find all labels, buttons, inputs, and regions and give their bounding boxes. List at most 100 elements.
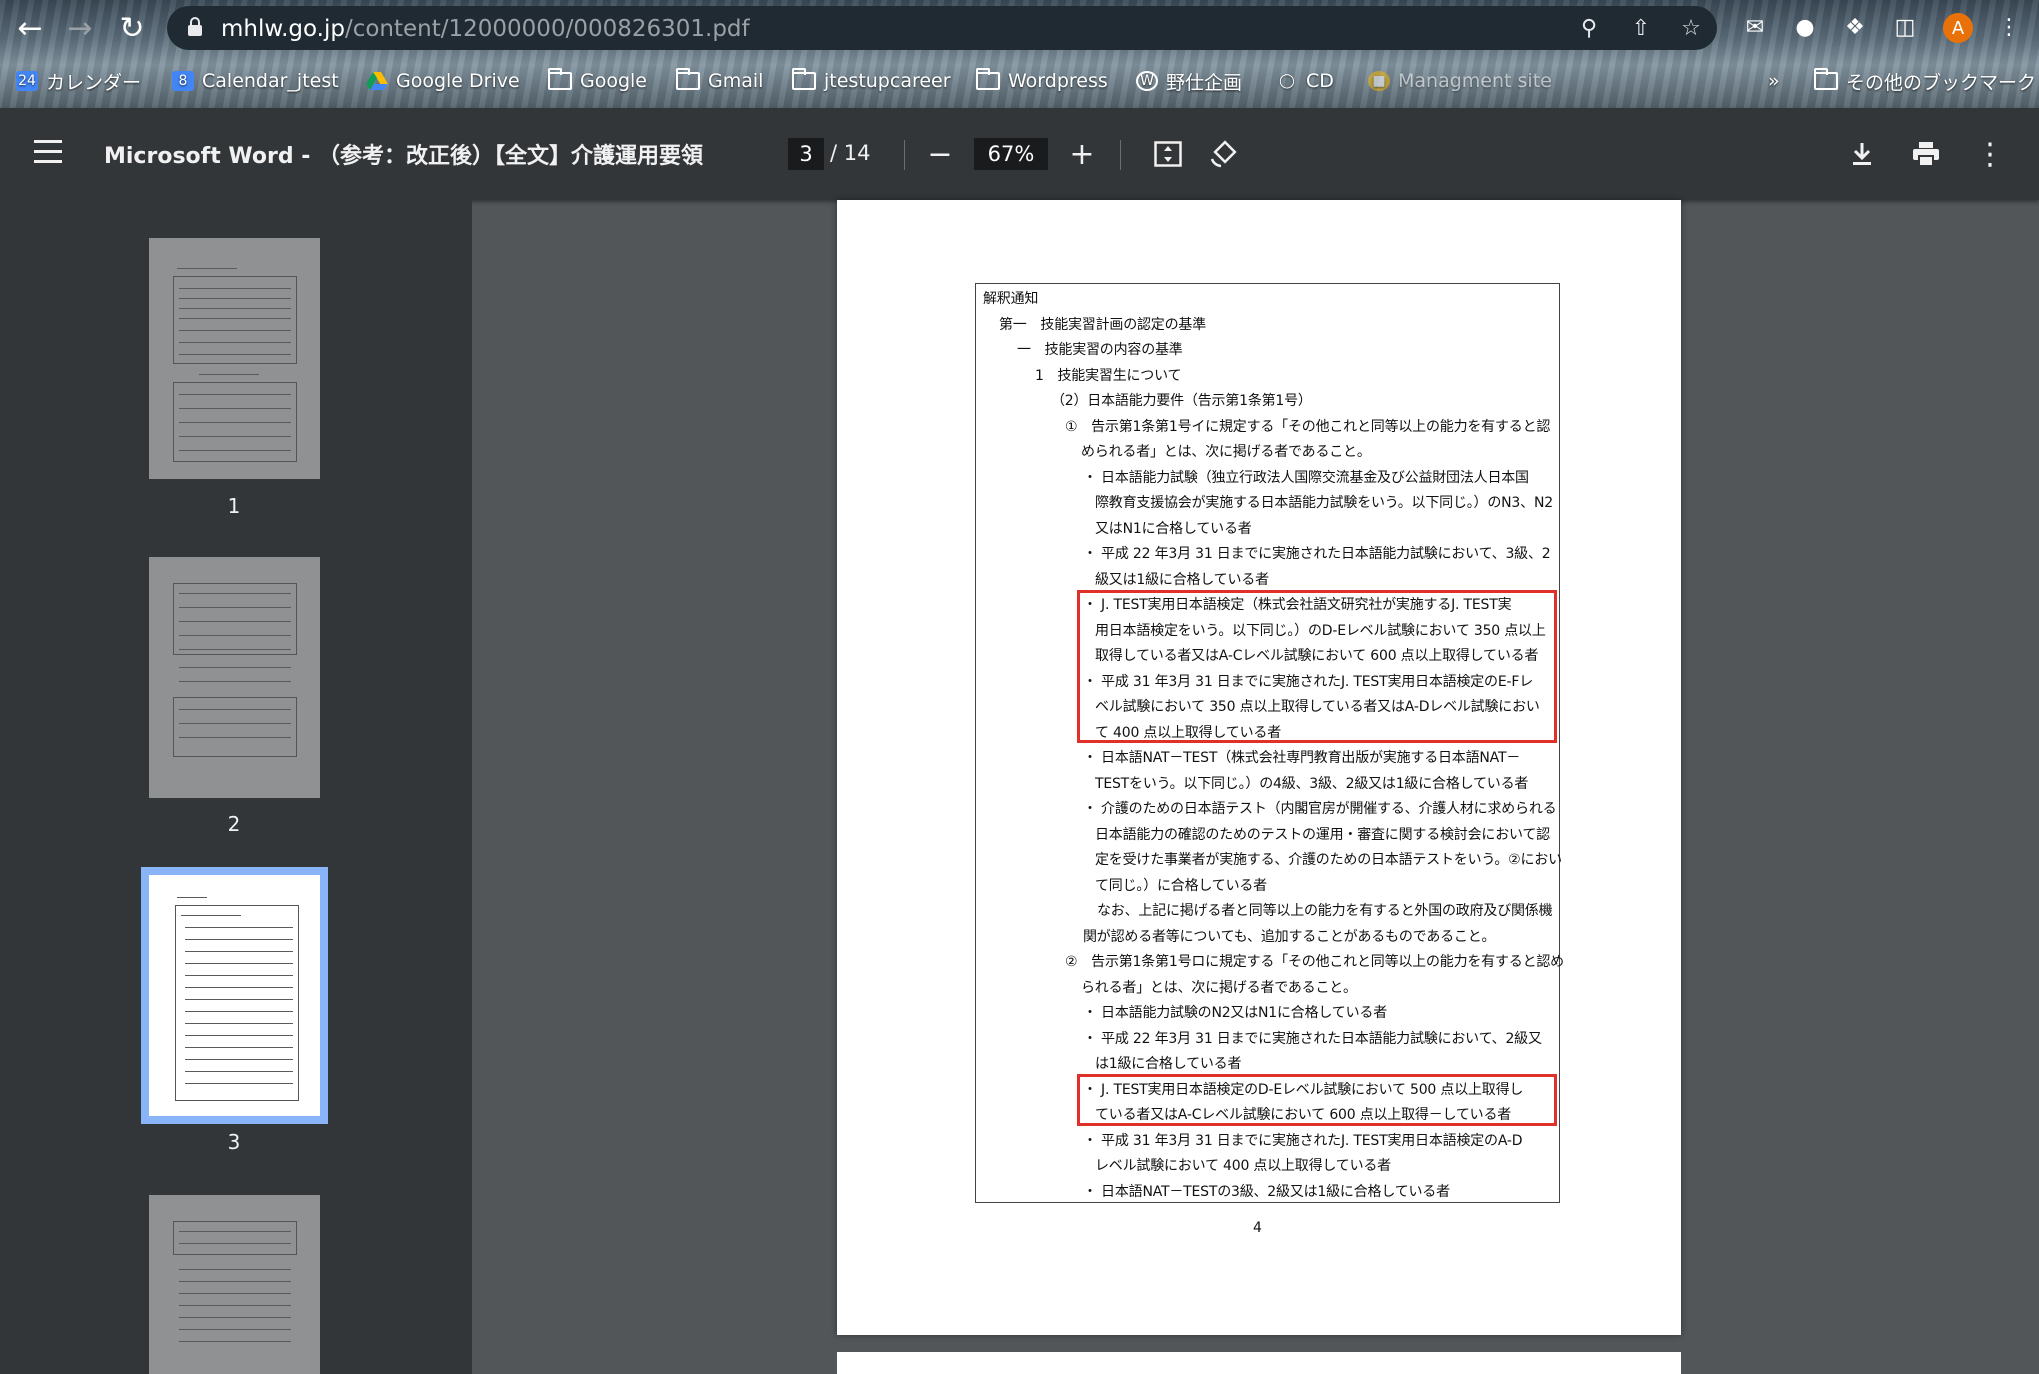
bookmark-item[interactable]: ■ Managment site xyxy=(1368,66,1552,96)
calendar-icon: 24 xyxy=(16,71,38,91)
document-text-line: 関が認める者等についても、追加することがあるものであること。 xyxy=(1083,928,1496,945)
zoom-in-icon[interactable]: + xyxy=(1062,134,1102,174)
reload-icon[interactable]: ↻ xyxy=(114,10,150,46)
thumbnail-sidebar: 1 2 3 xyxy=(0,200,472,1374)
document-text-line: 級又は1級に合格している者 xyxy=(1095,571,1269,588)
fit-page-icon[interactable] xyxy=(1148,134,1188,174)
other-bookmarks-folder[interactable]: その他のブックマーク xyxy=(1814,66,2036,96)
zoom-search-icon[interactable]: ⚲ xyxy=(1575,14,1603,42)
page-thumbnail-1[interactable] xyxy=(149,238,320,479)
bookmark-item[interactable]: 24 カレンダー xyxy=(16,66,141,96)
bookmark-label: » xyxy=(1768,70,1780,92)
rotate-icon[interactable] xyxy=(1204,134,1244,174)
more-options-icon[interactable]: ⋮ xyxy=(1970,134,2010,174)
address-bar[interactable]: mhlw.go.jp/content/12000000/000826301.pd… xyxy=(167,6,1717,50)
folder-icon xyxy=(548,68,572,90)
highlight-box-1 xyxy=(1077,590,1557,743)
profile-avatar[interactable]: A xyxy=(1943,13,1973,43)
document-text-line: 1 技能実習生について xyxy=(1035,367,1182,384)
document-text-line: ① 告示第1条第1号イに規定する「その他これと同等以上の能力を有すると認 xyxy=(1065,418,1551,435)
share-icon[interactable]: ⇧ xyxy=(1627,14,1655,42)
bookmark-star-icon[interactable]: ☆ xyxy=(1677,14,1705,42)
thumbnail-number: 1 xyxy=(227,494,241,518)
folder-icon xyxy=(1814,68,1838,90)
zoom-out-icon[interactable]: − xyxy=(920,134,960,174)
bookmark-label: Calendar_jtest xyxy=(202,70,339,92)
bookmark-item[interactable]: ◯ CD xyxy=(1276,66,1334,96)
bookmark-label: Google Drive xyxy=(396,70,520,92)
document-text-line: は1級に合格している者 xyxy=(1095,1056,1242,1072)
page-number-input[interactable]: 3 xyxy=(788,138,824,170)
page-total: / 14 xyxy=(830,141,871,165)
zoom-level-input[interactable]: 67% xyxy=(974,138,1048,170)
document-text-line: なお、上記に掲げる者と同等以上の能力を有すると外国の政府及び関係機 xyxy=(1097,903,1553,919)
page-thumbnail-4[interactable] xyxy=(149,1195,320,1374)
document-text-line: ・ 日本語能力試験のN2又はN1に合格している者 xyxy=(1083,1005,1387,1021)
document-text-line: ・ 日本語NAT－TESTの3級、2級又は1級に合格している者 xyxy=(1083,1183,1450,1200)
document-text-line: TESTをいう。以下同じ。）の4級、3級、2級又は1級に合格している者 xyxy=(1095,775,1529,792)
document-text-line: 際教育支援協会が実施する日本語能力試験をいう。以下同じ。）のN3、N2 xyxy=(1095,495,1553,511)
wordpress-icon: W xyxy=(1136,71,1158,91)
document-title: Microsoft Word - （参考：改正後）【全文】介護運用要領 xyxy=(104,144,704,169)
page-thumbnail-3[interactable] xyxy=(141,867,328,1124)
document-text-line: ・ 介護のための日本語テスト（内閣官房が開催する、介護人材に求められる xyxy=(1083,801,1557,817)
extension-circle-icon[interactable]: ● xyxy=(1790,12,1820,42)
bookmark-label: Wordpress xyxy=(1008,70,1108,92)
toolbar-divider xyxy=(1120,140,1121,170)
lock-icon xyxy=(188,17,202,36)
bookmark-label: Google xyxy=(580,70,648,92)
folder-icon xyxy=(676,68,700,90)
document-text-line: （2）日本語能力要件（告示第1条第1号） xyxy=(1051,393,1312,409)
document-text-line: 定を受けた事業者が実施する、介護のための日本語テストをいう。②におい xyxy=(1095,852,1562,868)
download-icon[interactable] xyxy=(1842,134,1882,174)
calendar-icon: 8 xyxy=(172,71,194,91)
bookmark-item[interactable]: Wordpress xyxy=(976,66,1108,96)
side-panel-icon[interactable]: ◫ xyxy=(1890,12,1920,42)
document-text-line: 解釈通知 xyxy=(983,291,1039,307)
bookmark-item[interactable]: jtestupcareer xyxy=(792,66,951,96)
bookmark-item[interactable]: Google xyxy=(548,66,647,96)
page-thumbnail-2[interactable] xyxy=(149,557,320,798)
back-arrow-icon[interactable]: ← xyxy=(12,10,48,46)
folder-icon xyxy=(976,68,1000,90)
document-text-line: ・ 平成 31 年3月 31 日までに実施されたJ. TEST実用日本語検定のA… xyxy=(1083,1132,1523,1149)
document-text-line: ・ 日本語能力試験（独立行政法人国際交流基金及び公益財団法人日本国 xyxy=(1083,469,1529,486)
browser-menu-icon[interactable]: ⋮ xyxy=(1994,12,2024,42)
bookmark-label: その他のブックマーク xyxy=(1846,71,2037,94)
bookmark-item[interactable]: Google Drive xyxy=(366,66,520,96)
extension-mail-icon[interactable]: ✉ xyxy=(1740,12,1770,42)
document-text-line: められる者」とは、次に掲げる者であること。 xyxy=(1081,444,1371,460)
document-text-line: て同じ。）に合格している者 xyxy=(1095,877,1267,894)
document-text-line: ・ 日本語NAT－TEST（株式会社専門教育出版が実施する日本語NAT－ xyxy=(1083,750,1521,766)
document-text-line: ② 告示第1条第1号ロに規定する「その他これと同等以上の能力を有すると認め xyxy=(1065,954,1564,970)
hamburger-menu-icon[interactable] xyxy=(34,140,62,164)
bookmarks-overflow-button[interactable]: » xyxy=(1768,66,1780,96)
document-text-line: られる者」とは、次に掲げる者であること。 xyxy=(1081,979,1357,996)
next-pdf-page xyxy=(837,1352,1681,1374)
document-text-line: ・ 平成 22 年3月 31 日までに実施された日本語能力試験において、3級、2 xyxy=(1083,546,1551,562)
toolbar-divider xyxy=(904,140,905,170)
document-text-line: レベル試験において 400 点以上取得している者 xyxy=(1095,1158,1391,1174)
print-icon[interactable] xyxy=(1906,134,1946,174)
bookmark-item[interactable]: 8 Calendar_jtest xyxy=(172,66,339,96)
pdf-toolbar: Microsoft Word - （参考：改正後）【全文】介護運用要領 3 / … xyxy=(0,108,2039,200)
forward-arrow-icon[interactable]: → xyxy=(62,10,98,46)
bookmark-label: CD xyxy=(1306,70,1334,92)
extensions-puzzle-icon[interactable]: ❖ xyxy=(1840,12,1870,42)
document-text-line: ・ 平成 22 年3月 31 日までに実施された日本語能力試験において、2級又 xyxy=(1083,1030,1542,1047)
bookmark-label: Managment site xyxy=(1398,70,1552,92)
bookmarks-bar: 24 カレンダー 8 Calendar_jtest Google Drive G… xyxy=(0,62,2039,100)
globe-icon: ◯ xyxy=(1279,73,1295,89)
document-text-line: 又はN1に合格している者 xyxy=(1095,520,1252,537)
url-text: mhlw.go.jp/content/12000000/000826301.pd… xyxy=(221,16,750,42)
box-icon: ■ xyxy=(1368,71,1390,91)
bookmark-label: 野仕企画 xyxy=(1166,71,1243,94)
bookmark-item[interactable]: W 野仕企画 xyxy=(1136,66,1242,96)
bookmark-item[interactable]: Gmail xyxy=(676,66,763,96)
thumbnail-number: 3 xyxy=(227,1130,241,1154)
pdf-page: 解釈通知第一 技能実習計画の認定の基準一 技能実習の内容の基準 1 技能実習生につ… xyxy=(837,200,1681,1335)
browser-chrome: ← → ↻ mhlw.go.jp/content/12000000/000826… xyxy=(0,0,2039,108)
bookmark-label: jtestupcareer xyxy=(824,70,951,92)
document-text-line: 第一 技能実習計画の認定の基準 xyxy=(999,316,1206,333)
document-text-line: 一 技能実習の内容の基準 xyxy=(1017,342,1183,358)
